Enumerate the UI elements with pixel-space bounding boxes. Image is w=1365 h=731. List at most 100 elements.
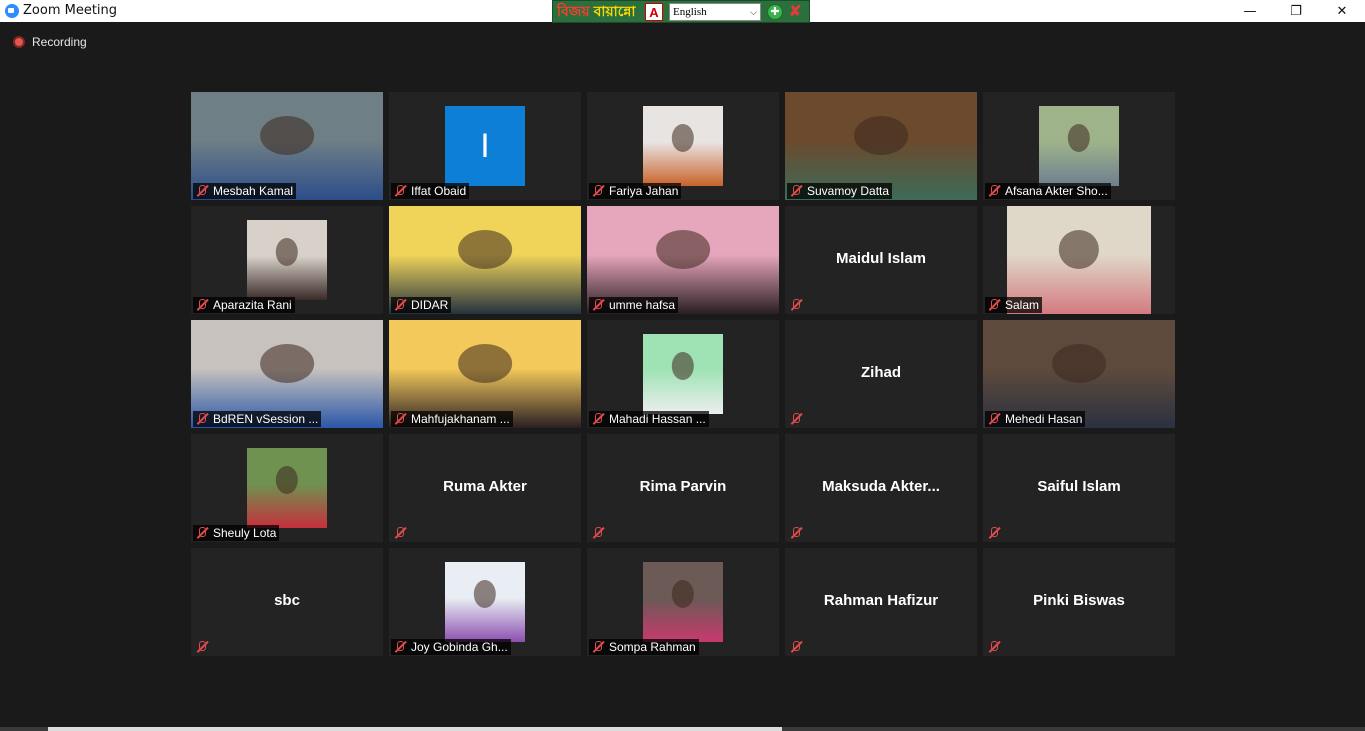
participant-name: Afsana Akter Sho... [1005,184,1108,198]
participant-tile[interactable]: Pinki Biswas [983,548,1175,656]
zoom-app-icon [5,4,19,18]
participant-silhouette [1052,343,1106,383]
participant-name: Mesbah Kamal [213,184,294,198]
ime-layout-name[interactable]: বায়ান্নো [594,0,636,24]
participant-tile[interactable]: Rahman Hafizur [785,548,977,656]
participant-tile[interactable]: BdREN vSession ... [191,320,383,428]
participant-nameplate [985,525,1004,541]
mic-muted-icon [789,298,803,312]
participant-tile[interactable]: Suvamoy Datta [785,92,977,200]
participant-silhouette [671,579,695,609]
participant-tile[interactable]: I Iffat Obaid [389,92,581,200]
participant-tile[interactable]: Fariya Jahan [587,92,779,200]
participant-tile[interactable]: umme hafsa [587,206,779,314]
mic-muted-icon [195,184,209,198]
participant-display-name: Zihad [861,364,901,381]
participant-tile[interactable]: Sheuly Lota [191,434,383,542]
participant-nameplate [589,525,608,541]
mic-muted-icon [789,640,803,654]
mic-muted-icon [789,184,803,198]
participant-nameplate [985,639,1004,655]
bottom-scrollbar[interactable] [0,727,1365,731]
participant-name: Mahadi Hassan ... [609,412,706,426]
ime-add-icon[interactable]: ✚ [767,4,783,20]
chevron-down-icon: ⌵ [750,7,757,17]
mic-muted-icon [987,640,1001,654]
participant-nameplate [787,525,806,541]
ime-language-select[interactable]: English ⌵ [669,3,761,21]
participant-tile[interactable]: Sompa Rahman [587,548,779,656]
mic-muted-icon [393,298,407,312]
participant-display-name: Pinki Biswas [1033,592,1125,609]
participant-nameplate: Iffat Obaid [391,183,470,199]
participant-nameplate: DIDAR [391,297,452,313]
participant-silhouette [854,115,908,155]
participant-name: BdREN vSession ... [213,412,319,426]
window-title: Zoom Meeting [23,3,118,18]
minimize-button[interactable]: — [1227,0,1273,22]
recording-label: Recording [32,35,87,49]
participant-name: umme hafsa [609,298,676,312]
mic-muted-icon [393,412,407,426]
participant-tile[interactable]: Zihad [785,320,977,428]
participant-tile[interactable]: Maidul Islam [785,206,977,314]
participant-name: Mahfujakhanam ... [411,412,510,426]
record-icon [13,36,25,48]
participant-silhouette [458,229,512,269]
participant-tile[interactable]: Rima Parvin [587,434,779,542]
participant-tile[interactable]: sbc [191,548,383,656]
participant-nameplate: Suvamoy Datta [787,183,893,199]
mic-muted-icon [789,412,803,426]
scrollbar-thumb[interactable] [48,727,782,731]
ime-close-icon[interactable]: ✘ [789,2,802,20]
participant-nameplate [391,525,410,541]
participant-display-name: Ruma Akter [443,478,527,495]
participant-name: Sheuly Lota [213,526,277,540]
participant-nameplate: Afsana Akter Sho... [985,183,1111,199]
participant-nameplate: Sompa Rahman [589,639,699,655]
participant-tile[interactable]: Mesbah Kamal [191,92,383,200]
participant-display-name: Maksuda Akter... [822,478,940,495]
participant-tile[interactable]: Mahadi Hassan ... [587,320,779,428]
participant-tile[interactable]: Mehedi Hasan [983,320,1175,428]
participant-nameplate: Mahadi Hassan ... [589,411,709,427]
mic-muted-icon [987,412,1001,426]
participant-tile[interactable]: Joy Gobinda Gh... [389,548,581,656]
participant-tile[interactable]: Aparazita Rani [191,206,383,314]
recording-indicator[interactable]: Recording [13,35,87,49]
participant-tile[interactable]: Ruma Akter [389,434,581,542]
participant-silhouette [1067,123,1091,153]
participant-nameplate: Mesbah Kamal [193,183,297,199]
participant-silhouette [671,351,695,381]
participant-tile[interactable]: Mahfujakhanam ... [389,320,581,428]
mic-muted-icon [591,298,605,312]
participant-tile[interactable]: Maksuda Akter... [785,434,977,542]
participant-nameplate: Fariya Jahan [589,183,682,199]
participant-nameplate: Aparazita Rani [193,297,295,313]
participant-silhouette [275,237,299,267]
ime-a-icon[interactable]: A [645,3,663,21]
participant-nameplate [787,297,806,313]
participant-video [247,448,327,528]
participant-video [1039,106,1119,186]
participant-nameplate [787,411,806,427]
participant-tile[interactable]: Salam [983,206,1175,314]
mic-muted-icon [393,640,407,654]
restore-button[interactable]: ❐ [1273,0,1319,22]
participant-name: Sompa Rahman [609,640,696,654]
participant-display-name: Saiful Islam [1037,478,1121,495]
participant-silhouette [671,123,695,153]
mic-muted-icon [393,184,407,198]
participant-name: Mehedi Hasan [1005,412,1083,426]
participant-tile[interactable]: Saiful Islam [983,434,1175,542]
participant-display-name: Rahman Hafizur [823,592,939,609]
participant-nameplate: umme hafsa [589,297,679,313]
mic-muted-icon [987,526,1001,540]
close-button[interactable]: ✕ [1319,0,1365,22]
mic-muted-icon [195,640,209,654]
participant-silhouette [458,343,512,383]
mic-muted-icon [195,526,209,540]
participant-video [445,562,525,642]
participant-tile[interactable]: DIDAR [389,206,581,314]
participant-tile[interactable]: Afsana Akter Sho... [983,92,1175,200]
